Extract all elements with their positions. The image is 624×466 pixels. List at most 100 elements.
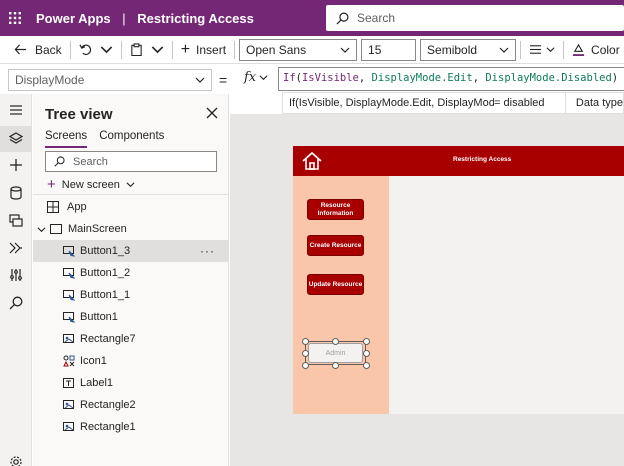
resize-handle[interactable] bbox=[363, 350, 370, 357]
app-screen-preview: Restricting Access Resource Information … bbox=[293, 146, 624, 414]
fx-button[interactable]: fx bbox=[244, 70, 268, 85]
resize-handle[interactable] bbox=[302, 362, 309, 369]
undo-button[interactable] bbox=[75, 38, 96, 62]
title-bar: Power Apps | Restricting Access Search bbox=[0, 0, 624, 36]
tree-item-rectangle7[interactable]: Rectangle7 bbox=[33, 328, 229, 350]
search-icon bbox=[9, 296, 23, 310]
close-icon[interactable] bbox=[205, 106, 219, 120]
design-canvas[interactable]: Restricting Access Resource Information … bbox=[230, 114, 624, 466]
left-rail bbox=[0, 94, 32, 466]
tree-item-app[interactable]: App bbox=[33, 196, 229, 218]
data-button[interactable] bbox=[8, 185, 24, 201]
tree-item-label: Icon1 bbox=[80, 355, 107, 367]
tree-view-button[interactable] bbox=[8, 131, 24, 147]
paste-button[interactable] bbox=[126, 38, 147, 62]
header-title-label[interactable]: Restricting Access bbox=[453, 156, 511, 163]
tree-item-rectangle1[interactable]: Rectangle1 bbox=[33, 416, 229, 438]
icon-control-icon bbox=[63, 355, 75, 367]
font-size-value: 15 bbox=[368, 42, 382, 57]
app-launcher-button[interactable] bbox=[0, 0, 30, 36]
home-icon[interactable] bbox=[301, 150, 323, 172]
tree-tabs: Screens Components bbox=[45, 130, 176, 148]
insert-button[interactable]: + Insert bbox=[177, 38, 230, 62]
formula-close-paren: ) bbox=[611, 72, 619, 84]
resize-handle[interactable] bbox=[332, 338, 339, 345]
chevron-down-icon bbox=[259, 75, 268, 81]
chevron-down-icon bbox=[37, 226, 46, 232]
layers-icon bbox=[9, 132, 23, 144]
tree-item-button1[interactable]: Button1 bbox=[33, 306, 229, 328]
paste-dropdown-button[interactable] bbox=[147, 38, 168, 62]
new-screen-button[interactable]: + New screen bbox=[47, 176, 135, 193]
more-options-button[interactable]: ··· bbox=[200, 244, 215, 258]
tree-item-label: Rectangle1 bbox=[80, 421, 136, 433]
formula-arg1: IsVisible bbox=[301, 72, 359, 84]
media-button[interactable] bbox=[8, 212, 24, 228]
align-icon bbox=[529, 45, 542, 54]
settings-button[interactable] bbox=[8, 454, 24, 466]
align-button[interactable] bbox=[525, 38, 559, 62]
create-resource-button[interactable]: Create Resource bbox=[307, 235, 364, 256]
resize-handle[interactable] bbox=[302, 350, 309, 357]
tab-screens[interactable]: Screens bbox=[45, 130, 88, 148]
clipboard-icon bbox=[130, 43, 142, 56]
power-automate-button[interactable] bbox=[8, 240, 24, 256]
tree-item-label: App bbox=[67, 201, 87, 213]
tree-item-rectangle2[interactable]: Rectangle2 bbox=[33, 394, 229, 416]
formula-comma: , bbox=[358, 72, 372, 84]
tree-item-mainscreen[interactable]: MainScreen bbox=[33, 218, 229, 240]
resource-information-button[interactable]: Resource Information bbox=[307, 199, 364, 220]
resize-handle[interactable] bbox=[363, 362, 370, 369]
power-automate-icon bbox=[9, 242, 22, 254]
tree-item-label: Button1_1 bbox=[80, 289, 131, 301]
resize-handle[interactable] bbox=[363, 338, 370, 345]
color-label: Color bbox=[591, 42, 620, 57]
hamburger-menu-button[interactable] bbox=[8, 102, 24, 118]
formula-input[interactable]: If(IsVisible, DisplayMode.Edit, DisplayM… bbox=[278, 67, 624, 91]
button-icon bbox=[63, 246, 75, 257]
formula-function: If bbox=[283, 72, 296, 84]
insert-rail-button[interactable] bbox=[8, 157, 24, 173]
update-resource-button[interactable]: Update Resource bbox=[307, 274, 364, 295]
media-icon bbox=[9, 214, 23, 227]
font-weight-dropdown[interactable]: Semibold bbox=[420, 38, 517, 61]
property-dropdown[interactable]: DisplayMode bbox=[8, 69, 212, 91]
resize-handle[interactable] bbox=[332, 362, 339, 369]
font-weight-value: Semibold bbox=[427, 42, 478, 57]
header-rectangle[interactable]: Restricting Access bbox=[293, 146, 624, 176]
formula-arg3: DisplayMode.Disabled bbox=[485, 72, 612, 84]
variables-button[interactable] bbox=[8, 267, 24, 283]
property-value: DisplayMode bbox=[15, 73, 85, 87]
search-placeholder: Search bbox=[357, 11, 396, 25]
tree-search-input[interactable]: Search bbox=[45, 151, 217, 172]
variables-icon bbox=[10, 269, 22, 281]
back-button[interactable]: Back bbox=[10, 38, 66, 62]
sidebar-rectangle[interactable]: Resource Information Create Resource Upd… bbox=[293, 176, 389, 414]
resize-handle[interactable] bbox=[302, 338, 309, 345]
search-rail-button[interactable] bbox=[8, 295, 24, 311]
gear-icon bbox=[10, 456, 22, 466]
paint-bucket-icon bbox=[572, 43, 585, 56]
tree-item-label: Button1_2 bbox=[80, 267, 131, 279]
color-button[interactable]: Color bbox=[568, 38, 624, 62]
tree-item-button1-3[interactable]: Button1_3 ··· bbox=[33, 240, 229, 262]
tab-components[interactable]: Components bbox=[99, 130, 164, 148]
plus-icon bbox=[10, 159, 22, 171]
tree-item-icon1[interactable]: Icon1 bbox=[33, 350, 229, 372]
intellisense-data-type: Data type bbox=[575, 97, 623, 109]
tree-item-button1-2[interactable]: Button1_2 bbox=[33, 262, 229, 284]
global-search-input[interactable]: Search bbox=[326, 5, 624, 31]
screen-icon bbox=[50, 224, 62, 234]
chevron-down-icon bbox=[195, 77, 205, 83]
undo-dropdown-button[interactable] bbox=[96, 38, 117, 62]
tree-item-button1-1[interactable]: Button1_1 bbox=[33, 284, 229, 306]
intellisense-result: = disabled bbox=[494, 97, 545, 109]
font-family-dropdown[interactable]: Open Sans bbox=[239, 38, 358, 61]
tree-item-label1[interactable]: Label1 bbox=[33, 372, 229, 394]
app-icon bbox=[47, 201, 59, 213]
chevron-down-icon bbox=[151, 46, 163, 54]
admin-button[interactable]: Admin bbox=[308, 343, 363, 363]
font-size-input[interactable]: 15 bbox=[361, 38, 417, 61]
tree-item-label: MainScreen bbox=[68, 223, 127, 235]
button-icon bbox=[63, 312, 75, 323]
